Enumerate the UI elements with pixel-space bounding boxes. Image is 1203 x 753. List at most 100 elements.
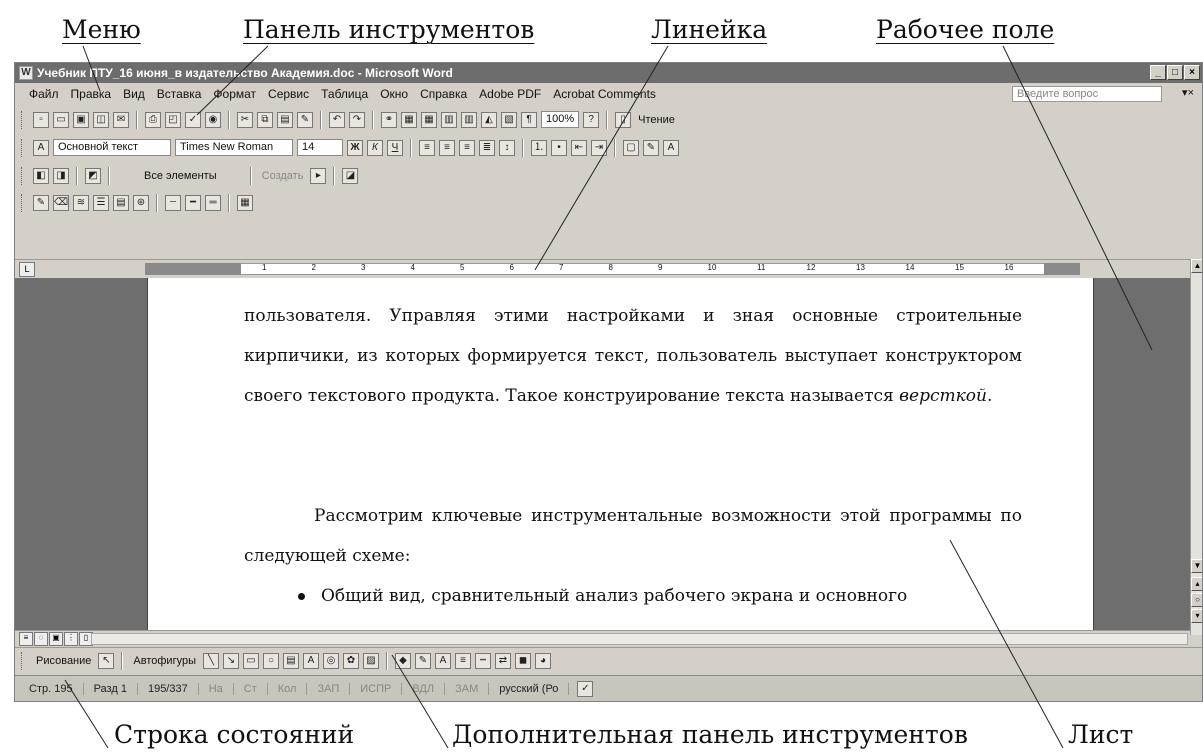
menu-tools[interactable]: Сервис bbox=[262, 87, 315, 101]
borders-icon[interactable]: ▢ bbox=[623, 139, 639, 156]
underline-icon[interactable]: Ч bbox=[387, 139, 403, 156]
new-document-icon[interactable]: ▫ bbox=[33, 111, 49, 128]
reading-button[interactable]: Чтение bbox=[635, 114, 678, 126]
insert-table-icon[interactable]: ▦ bbox=[421, 111, 437, 128]
next-page-icon[interactable]: ▾ bbox=[1191, 609, 1202, 623]
comment-icon[interactable]: ◨ bbox=[53, 167, 69, 184]
dash-style-icon[interactable]: ┅ bbox=[475, 652, 491, 669]
create-button[interactable]: Создать bbox=[259, 170, 307, 182]
menu-help[interactable]: Справка bbox=[414, 87, 473, 101]
border-color-icon[interactable]: ▤ bbox=[113, 194, 129, 211]
toolbar-grip[interactable] bbox=[21, 166, 25, 185]
save-icon[interactable]: ▣ bbox=[73, 111, 89, 128]
line-spacing-icon[interactable]: ↕ bbox=[499, 139, 515, 156]
bold-icon[interactable]: Ж bbox=[347, 139, 363, 156]
menu-file[interactable]: Файл bbox=[23, 87, 65, 101]
horizontal-scroll-track[interactable] bbox=[91, 633, 1188, 645]
menu-edit[interactable]: Правка bbox=[65, 87, 118, 101]
columns-icon[interactable]: ▥ bbox=[461, 111, 477, 128]
status-rec[interactable]: ЗАП bbox=[307, 682, 351, 695]
line-style-icon[interactable]: ≋ bbox=[73, 194, 89, 211]
line-weight-icon[interactable]: ☰ bbox=[93, 194, 109, 211]
research-icon[interactable]: ◉ bbox=[205, 111, 221, 128]
vertical-scrollbar[interactable]: ▲ ▼ ▴ ○ ▾ bbox=[1190, 259, 1202, 635]
insert-excel-icon[interactable]: ▥ bbox=[441, 111, 457, 128]
arrow-icon[interactable]: ↘ bbox=[223, 652, 239, 669]
toolbar-grip[interactable] bbox=[21, 651, 25, 670]
page-sheet[interactable]: пользователя. Управляя этими настройками… bbox=[147, 278, 1094, 630]
wordart-icon[interactable]: A bbox=[303, 652, 319, 669]
tab-selector-icon[interactable]: L bbox=[19, 262, 35, 277]
toolbar-options-icon[interactable]: ▸ bbox=[310, 167, 327, 184]
increase-indent-icon[interactable]: ⇥ bbox=[591, 139, 607, 156]
status-ext[interactable]: ВДЛ bbox=[402, 682, 446, 695]
drawing-icon[interactable]: ◭ bbox=[481, 111, 497, 128]
arrow-style-icon[interactable]: ⇄ bbox=[495, 652, 511, 669]
fill-color-icon[interactable]: ◆ bbox=[395, 652, 411, 669]
undo-icon[interactable]: ↶ bbox=[329, 111, 345, 128]
line-dash-icon[interactable]: ┄ bbox=[165, 194, 181, 211]
web-view-icon[interactable]: ◌ bbox=[34, 632, 48, 646]
justify-icon[interactable]: ≣ bbox=[479, 139, 495, 156]
all-elements-dropdown[interactable]: Все элементы bbox=[141, 170, 220, 182]
normal-view-icon[interactable]: ≡ bbox=[19, 632, 33, 646]
style-dropdown[interactable]: Основной текст bbox=[53, 139, 171, 156]
shading-icon[interactable]: ⊛ bbox=[133, 194, 149, 211]
line-style-icon[interactable]: ≡ bbox=[455, 652, 471, 669]
print-layout-icon[interactable]: ▣ bbox=[49, 632, 63, 646]
decrease-indent-icon[interactable]: ⇤ bbox=[571, 139, 587, 156]
hyperlink-icon[interactable]: ⚭ bbox=[381, 111, 397, 128]
format-painter-icon[interactable]: ✎ bbox=[297, 111, 313, 128]
highlight-icon[interactable]: ✎ bbox=[643, 139, 659, 156]
pdf-icon[interactable]: ◪ bbox=[342, 167, 359, 184]
spelling-icon[interactable]: ✓ bbox=[185, 111, 201, 128]
copy-icon[interactable]: ⧉ bbox=[257, 111, 273, 128]
font-color-icon[interactable]: A bbox=[663, 139, 679, 156]
align-right-icon[interactable]: ≡ bbox=[459, 139, 475, 156]
open-icon[interactable]: ▭ bbox=[53, 111, 69, 128]
status-ovr[interactable]: ЗАМ bbox=[445, 682, 490, 695]
select-objects-icon[interactable]: ↖ bbox=[98, 652, 115, 669]
menu-window[interactable]: Окно bbox=[374, 87, 414, 101]
toolbar-grip[interactable] bbox=[21, 193, 25, 212]
italic-icon[interactable]: К bbox=[367, 139, 383, 156]
show-hide-icon[interactable]: ¶ bbox=[521, 111, 537, 128]
cut-icon[interactable]: ✂ bbox=[237, 111, 253, 128]
eraser-icon[interactable]: ⌫ bbox=[53, 194, 69, 211]
font-size-dropdown[interactable]: 14 bbox=[297, 139, 343, 156]
scroll-down-icon[interactable]: ▼ bbox=[1191, 559, 1202, 573]
ruler[interactable]: L 1 2 3 4 5 6 7 8 9 10 11 12 13 14 15 16 bbox=[15, 259, 1202, 278]
menu-acrobat-comments[interactable]: Acrobat Comments bbox=[547, 87, 662, 101]
close-icon[interactable]: × bbox=[1184, 65, 1200, 80]
menu-insert[interactable]: Вставка bbox=[151, 87, 208, 101]
line-icon[interactable]: ╲ bbox=[203, 652, 219, 669]
zoom-dropdown[interactable]: 100% bbox=[541, 111, 580, 128]
paste-icon[interactable]: ▤ bbox=[277, 111, 293, 128]
line-solid-icon[interactable]: ━ bbox=[185, 194, 201, 211]
ask-question-input[interactable]: Введите вопрос bbox=[1012, 86, 1162, 102]
help-icon[interactable]: ? bbox=[583, 111, 600, 128]
align-left-icon[interactable]: ≡ bbox=[419, 139, 435, 156]
line-color-icon[interactable]: ✎ bbox=[415, 652, 431, 669]
outline-view-icon[interactable]: ⋮ bbox=[64, 632, 78, 646]
paragraph-1[interactable]: пользователя. Управляя этими настройками… bbox=[244, 296, 1022, 416]
line-double-icon[interactable]: ═ bbox=[205, 194, 221, 211]
3d-icon[interactable]: ◕ bbox=[535, 652, 551, 669]
clip-art-icon[interactable]: ✿ bbox=[343, 652, 359, 669]
bullet-item[interactable]: Общий вид, сравнительный анализ рабочего… bbox=[298, 576, 1022, 616]
picture-icon[interactable]: ▨ bbox=[363, 652, 379, 669]
document-map-icon[interactable]: ▧ bbox=[501, 111, 517, 128]
styles-icon[interactable]: A bbox=[33, 139, 49, 156]
rectangle-icon[interactable]: ▭ bbox=[243, 652, 259, 669]
minimize-icon[interactable]: _ bbox=[1150, 65, 1166, 80]
text-box-icon[interactable]: ▤ bbox=[283, 652, 299, 669]
paragraph-2[interactable]: Рассмотрим ключевые инструментальные воз… bbox=[244, 496, 1022, 576]
track-changes-icon[interactable]: ◧ bbox=[33, 167, 49, 184]
spelling-status-icon[interactable]: ✓ bbox=[577, 680, 594, 697]
menu-adobe-pdf[interactable]: Adobe PDF bbox=[473, 87, 547, 101]
horizontal-scrollbar[interactable]: ≡ ◌ ▣ ⋮ ▯ bbox=[15, 630, 1190, 647]
table-grid-icon[interactable]: ▦ bbox=[237, 194, 253, 211]
maximize-icon[interactable]: □ bbox=[1167, 65, 1183, 80]
chevron-down-icon[interactable]: ▾× bbox=[1182, 86, 1194, 99]
menu-view[interactable]: Вид bbox=[117, 87, 151, 101]
